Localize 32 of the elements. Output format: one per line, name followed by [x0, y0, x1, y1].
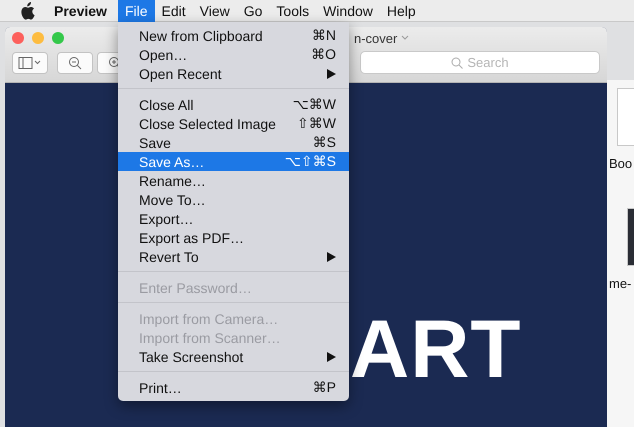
sidebar-button[interactable]: [12, 52, 48, 74]
thumbnail-label: me-: [609, 276, 632, 291]
apple-logo-icon[interactable]: [19, 2, 35, 20]
menu-bar-item[interactable]: Help: [380, 0, 423, 22]
menu-item[interactable]: Save As… ⌥⇧⌘S: [118, 152, 349, 171]
menu-item[interactable]: Move To…: [118, 190, 349, 209]
menu-item[interactable]: Take Screenshot: [118, 347, 349, 366]
menu-item[interactable]: Rename…: [118, 171, 349, 190]
thumbnail-label: Boo: [609, 156, 632, 171]
menu-item[interactable]: Save ⌘S: [118, 133, 349, 152]
app-menu[interactable]: Preview: [47, 0, 114, 22]
menu-item[interactable]: Close All ⌥⌘W: [118, 95, 349, 114]
zoom-out-button[interactable]: [57, 52, 93, 74]
window-title: n-cover: [354, 30, 398, 46]
zoom-out-icon: [68, 56, 82, 70]
menu-bar-item[interactable]: Window: [316, 0, 380, 22]
cover-title: ART: [350, 309, 523, 391]
menu-bar-item[interactable]: Tools: [269, 0, 316, 22]
menu-item[interactable]: Open… ⌘O: [118, 45, 349, 64]
menu-item[interactable]: Export…: [118, 209, 349, 228]
menu-bar-item[interactable]: View: [192, 0, 237, 22]
menu-bar-item[interactable]: Go: [236, 0, 270, 22]
menu-bar-item[interactable]: File: [118, 0, 154, 22]
menu-item[interactable]: Export as PDF…: [118, 228, 349, 247]
menu-item[interactable]: New from Clipboard ⌘N: [118, 26, 349, 45]
menu-item[interactable]: Print… ⌘P: [118, 378, 349, 397]
sidebar-icon: [18, 56, 42, 68]
menu-item[interactable]: Open Recent: [118, 64, 349, 83]
menu-bar-item[interactable]: Edit: [154, 0, 193, 22]
menu-item[interactable]: Close Selected Image ⇧⌘W: [118, 114, 349, 133]
menu-item[interactable]: Revert To: [118, 247, 349, 266]
search-icon: [451, 56, 464, 68]
